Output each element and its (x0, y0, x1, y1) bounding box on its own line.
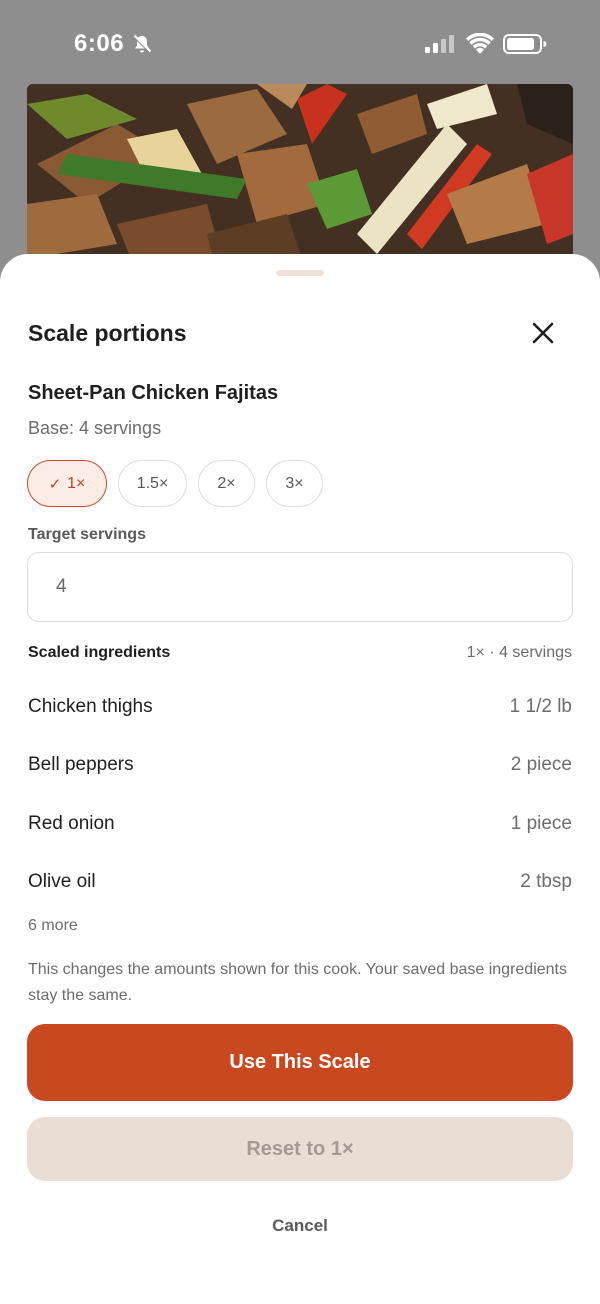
ingredient-quantity: 2 tbsp (520, 871, 572, 893)
cellular-signal-icon (425, 35, 454, 53)
use-this-scale-button[interactable]: Use This Scale (27, 1024, 573, 1101)
bell-muted-icon (132, 34, 152, 54)
status-bar: 6:06 (0, 0, 600, 86)
reset-scale-button[interactable]: Reset to 1× (27, 1117, 573, 1181)
base-servings: Base: 4 servings (28, 418, 162, 438)
scale-chip-1x[interactable]: ✓ 1× (27, 460, 107, 507)
ingredient-name: Chicken thighs (28, 696, 153, 718)
ingredient-quantity: 1 piece (510, 812, 572, 834)
close-icon (532, 322, 554, 344)
target-servings-label: Target servings (28, 526, 146, 543)
target-servings-input[interactable] (27, 552, 573, 622)
ingredient-quantity: 1 1/2 lb (509, 696, 572, 718)
status-time: 6:06 (74, 30, 125, 57)
scale-chip-group: ✓ 1× 1.5× 2× 3× (27, 460, 323, 507)
battery-icon (503, 34, 547, 54)
chip-label: 1× (67, 474, 86, 492)
recipe-name: Sheet-Pan Chicken Fajitas (28, 382, 279, 404)
scale-chip-2x[interactable]: 2× (198, 460, 255, 507)
ingredient-row: Olive oil 2 tbsp (28, 853, 572, 911)
cancel-button[interactable]: Cancel (0, 1216, 600, 1236)
ingredients-title: Scaled ingredients (28, 644, 171, 661)
more-ingredients-link[interactable]: 6 more (28, 917, 78, 935)
recipe-photo (27, 84, 573, 274)
check-icon: ✓ (48, 475, 62, 493)
scale-chip-3x[interactable]: 3× (266, 460, 323, 507)
ingredient-name: Red onion (28, 812, 115, 834)
ingredient-quantity: 2 piece (510, 754, 572, 776)
ingredients-header: Scaled ingredients 1× · 4 servings (28, 644, 572, 662)
ingredient-name: Bell peppers (28, 754, 134, 776)
ingredient-list: Chicken thighs 1 1/2 lb Bell peppers 2 p… (28, 678, 572, 911)
ingredient-row: Bell peppers 2 piece (28, 736, 572, 794)
chip-label: 2× (217, 474, 236, 492)
scale-note: This changes the amounts shown for this … (28, 961, 567, 1004)
ingredient-row: Chicken thighs 1 1/2 lb (28, 678, 572, 736)
sheet-title: Scale portions (28, 320, 187, 346)
close-button[interactable] (524, 314, 562, 352)
ingredient-name: Olive oil (28, 871, 96, 893)
scale-portions-sheet: Scale portions Sheet-Pan Chicken Fajitas… (0, 254, 600, 1304)
chip-label: 1.5× (136, 474, 169, 492)
ingredients-summary: 1× · 4 servings (466, 644, 572, 661)
wifi-icon (466, 33, 494, 54)
chip-label: 3× (285, 474, 304, 492)
scale-chip-1-5x[interactable]: 1.5× (118, 460, 187, 507)
sheet-grabber[interactable] (276, 270, 324, 276)
ingredient-row: Red onion 1 piece (28, 795, 572, 853)
